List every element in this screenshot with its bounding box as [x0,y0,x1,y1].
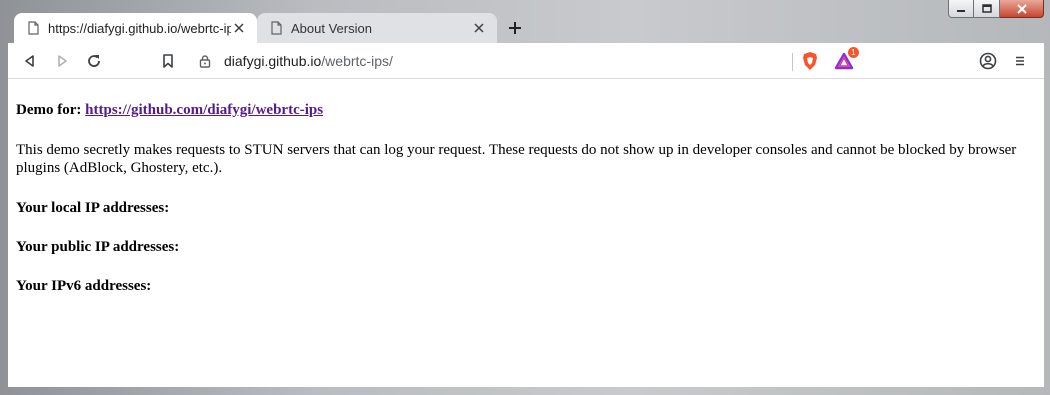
browser-window: https://diafygi.github.io/webrtc-ips/ Ab… [0,0,1050,395]
demo-link[interactable]: https://github.com/diafygi/webrtc-ips [85,102,323,118]
maximize-icon [981,4,992,13]
menu-icon [1016,56,1024,66]
bookmark-button[interactable] [158,51,178,71]
description-text: This demo secretly makes requests to STU… [16,142,1017,176]
back-icon [25,55,34,67]
rewards-badge: 1 [848,47,859,58]
demo-label: Demo for: [16,102,86,118]
close-icon [234,23,244,33]
profile-icon [979,52,997,70]
new-tab-button[interactable] [504,17,526,39]
brave-shield-icon [803,52,817,70]
forward-icon [58,55,67,67]
profile-button[interactable] [978,51,998,71]
tab-close-button[interactable] [471,20,487,36]
plus-icon [509,22,521,34]
brave-shields-button[interactable] [800,51,820,71]
ipv6-heading: Your IPv6 addresses: [16,278,152,294]
lock-icon [199,55,211,68]
back-button[interactable] [20,51,40,71]
toolbar-divider [792,53,793,71]
url-path: /webrtc-ips/ [321,53,393,69]
tab-strip: https://diafygi.github.io/webrtc-ips/ Ab… [8,13,1044,43]
demo-for-line: Demo for: https://github.com/diafygi/web… [16,101,1034,119]
tab-about-version[interactable]: About Version [257,13,497,43]
tab-webrtc-ips[interactable]: https://diafygi.github.io/webrtc-ips/ [14,13,257,43]
url-host: diafygi.github.io [224,53,322,69]
minimize-icon [957,9,965,12]
address-bar[interactable]: diafygi.github.io/webrtc-ips/ [188,48,864,74]
close-icon [474,23,484,33]
reload-icon [88,55,100,67]
reload-button[interactable] [84,51,104,71]
tab-title: https://diafygi.github.io/webrtc-ips/ [48,20,231,36]
main-menu-button[interactable] [1010,51,1030,71]
page-icon [28,21,39,35]
public-ip-heading: Your public IP addresses: [16,239,180,255]
toolbar: diafygi.github.io/webrtc-ips/ 1 [8,43,1044,79]
brave-rewards-button[interactable]: 1 [834,47,859,71]
local-ip-heading: Your local IP addresses: [16,200,170,216]
page-content: Demo for: https://github.com/diafygi/web… [8,79,1044,387]
tab-close-button[interactable] [231,20,247,36]
page-icon [271,21,282,35]
forward-button[interactable] [52,51,72,71]
close-icon [1016,3,1027,14]
bookmark-icon [163,54,173,68]
tab-title: About Version [291,20,372,36]
